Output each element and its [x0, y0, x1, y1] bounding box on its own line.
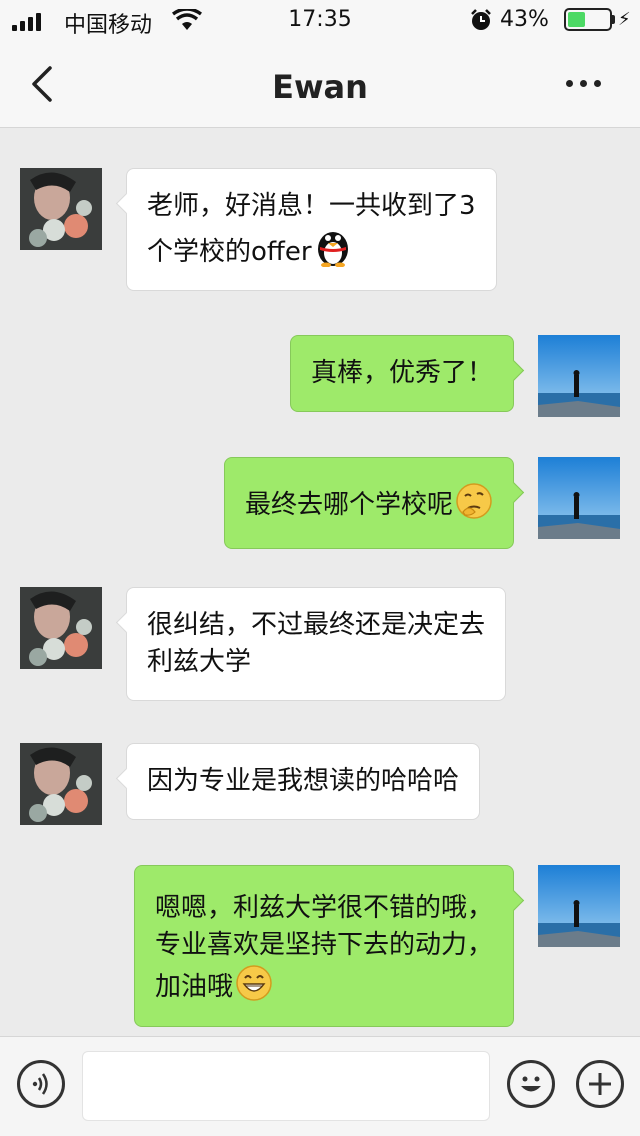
plus-icon	[589, 1073, 611, 1095]
message-text-line: 最终去哪个学校呢	[245, 482, 493, 524]
message-text-line: 个学校的offer	[147, 225, 476, 271]
message-text: 个学校的offer	[147, 237, 312, 267]
my-avatar[interactable]	[538, 865, 620, 947]
message-bubble[interactable]: 最终去哪个学校呢	[223, 457, 514, 549]
contact-avatar[interactable]	[20, 743, 102, 825]
contact-avatar[interactable]	[20, 168, 102, 250]
message-text: 加油哦	[154, 972, 233, 1002]
message-text: 专业喜欢是坚持下去的动力，	[154, 930, 493, 960]
message-text: 嗯嗯，利兹大学很不错的哦，	[154, 893, 493, 923]
more-options-button[interactable]	[566, 80, 601, 87]
contact-avatar[interactable]	[20, 587, 102, 669]
battery-percent: 43%	[500, 7, 549, 32]
message-list[interactable]: 老师，好消息！一共收到了3 个学校的offer 真棒，优秀了！ 最终去哪个学校呢…	[0, 129, 640, 1036]
penguin-icon	[317, 232, 348, 267]
message-text: 老师，好消息！一共收到了3	[147, 191, 476, 221]
dot	[580, 80, 587, 87]
message-text: 真棒，优秀了！	[310, 358, 493, 388]
chat-title: Ewan	[272, 68, 368, 106]
message-text-line: 加油哦	[155, 964, 493, 1006]
message-bubble[interactable]: 很纠结，不过最终还是决定去 利兹大学	[126, 587, 507, 701]
my-avatar[interactable]	[538, 457, 620, 539]
battery-cap	[612, 15, 615, 24]
alarm-icon	[471, 9, 491, 30]
message-bubble[interactable]: 因为专业是我想读的哈哈哈	[126, 743, 481, 820]
voice-icon	[32, 1073, 48, 1095]
emoji-button[interactable]	[507, 1060, 555, 1108]
message-text: 因为专业是我想读的哈哈哈	[147, 766, 460, 796]
charging-icon: ⚡	[618, 9, 631, 30]
input-bar	[0, 1036, 640, 1136]
message-bubble[interactable]: 真棒，优秀了！	[289, 335, 514, 412]
grin-icon	[236, 965, 272, 1001]
battery-icon	[564, 8, 612, 31]
dot	[594, 80, 601, 87]
thinking-face-icon	[456, 483, 492, 519]
message-input[interactable]	[82, 1051, 490, 1121]
battery-level	[568, 12, 586, 27]
message-text: 很纠结，不过最终还是决定去	[147, 610, 486, 640]
my-avatar[interactable]	[538, 335, 620, 417]
status-bar: 中国移动 17:35 43% ⚡	[0, 0, 640, 40]
dot	[566, 80, 573, 87]
message-text: 最终去哪个学校呢	[244, 490, 453, 520]
message-text: 利兹大学	[147, 647, 252, 677]
voice-button[interactable]	[17, 1060, 65, 1108]
nav-bar: Ewan	[0, 40, 640, 128]
message-bubble[interactable]: 老师，好消息！一共收到了3 个学校的offer	[126, 168, 497, 291]
more-actions-button[interactable]	[576, 1060, 624, 1108]
message-bubble[interactable]: 嗯嗯，利兹大学很不错的哦， 专业喜欢是坚持下去的动力， 加油哦	[133, 865, 514, 1027]
emoji-icon	[521, 1076, 541, 1092]
